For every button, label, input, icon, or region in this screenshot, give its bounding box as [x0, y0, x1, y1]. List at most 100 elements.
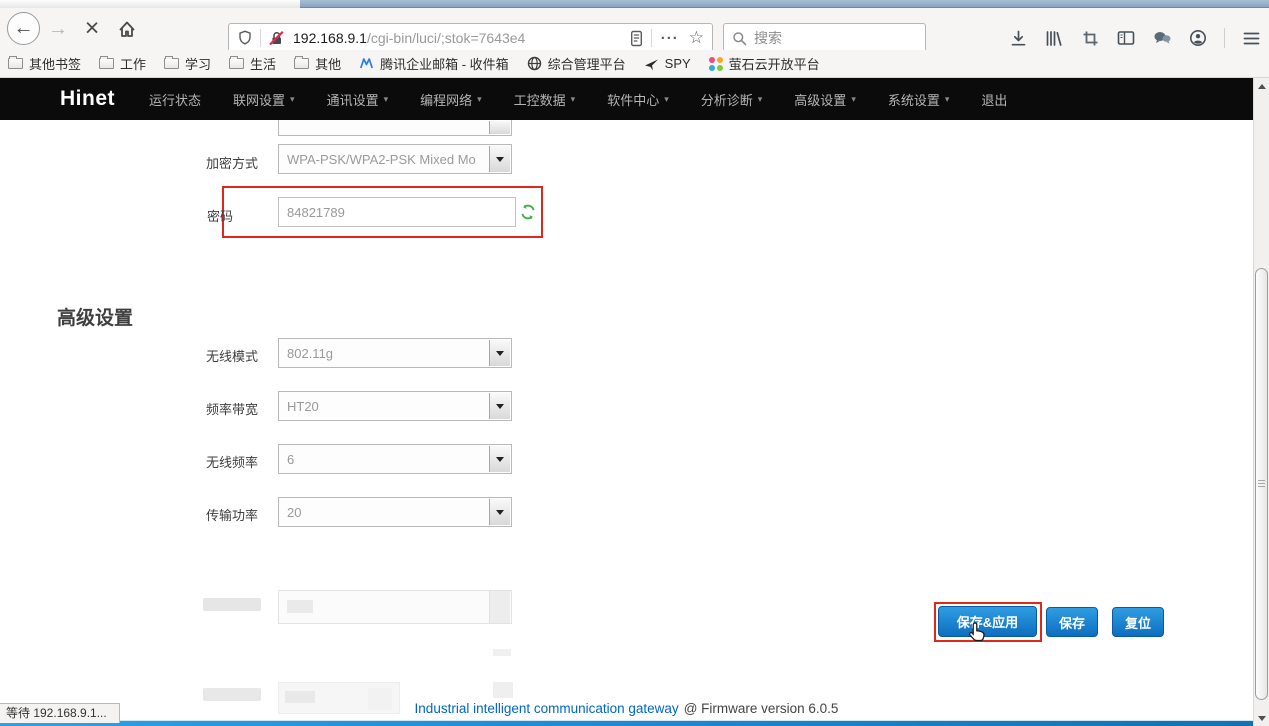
chevron-down-icon	[496, 351, 504, 356]
nav-item-industrial-data[interactable]: 工控数据▾	[498, 78, 592, 120]
bookmark-folder-other-bookmarks[interactable]: 其他书签	[8, 54, 81, 73]
download-icon[interactable]	[1008, 28, 1028, 48]
dropdown-button[interactable]	[489, 340, 510, 366]
site-nav-bar: Hinet 运行状态 联网设置▾ 通讯设置▾ 编程网络▾ 工控数据▾ 软件中心▾…	[0, 78, 1253, 120]
encryption-label: 加密方式	[80, 153, 258, 172]
folder-icon	[229, 58, 244, 69]
chevron-down-icon	[496, 457, 504, 462]
dropdown-button[interactable]	[489, 146, 510, 172]
nav-item-analysis-diagnosis[interactable]: 分析诊断▾	[685, 78, 779, 120]
chevron-down-icon: ▾	[477, 94, 482, 105]
nav-item-programming-network[interactable]: 编程网络▾	[404, 78, 498, 120]
search-icon	[732, 31, 747, 46]
grip-icon	[1258, 480, 1265, 488]
bookmark-folder-life[interactable]: 生活	[229, 54, 276, 73]
divider	[1224, 28, 1225, 48]
folder-icon	[164, 58, 179, 69]
chevron-down-icon: ▾	[571, 94, 576, 105]
account-icon[interactable]	[1188, 28, 1208, 48]
menu-icon[interactable]	[1241, 28, 1261, 48]
nav-item-advanced-settings[interactable]: 高级设置▾	[778, 78, 872, 120]
reader-mode-icon[interactable]	[629, 30, 644, 47]
wireless-mode-select[interactable]: 802.11g	[278, 338, 512, 368]
chevron-down-icon: ▾	[664, 94, 669, 105]
bookmark-folder-work[interactable]: 工作	[99, 54, 146, 73]
footer: Industrial intelligent communication gat…	[0, 701, 1253, 716]
bookmark-spy[interactable]: SPY	[644, 56, 691, 71]
forward-icon: →	[48, 18, 68, 41]
dropdown-button[interactable]	[489, 121, 510, 134]
stop-button[interactable]: ×	[79, 15, 105, 41]
insecure-lock-icon	[268, 30, 285, 47]
search-box[interactable]	[723, 23, 926, 53]
brand-logo[interactable]: Hinet	[60, 87, 115, 111]
nav-item-logout[interactable]: 退出	[965, 78, 1023, 120]
bookmark-folder-study[interactable]: 学习	[164, 54, 211, 73]
bookmark-folder-misc[interactable]: 其他	[294, 54, 341, 73]
cutoff-select	[278, 120, 512, 136]
forward-button[interactable]: →	[46, 17, 70, 41]
footer-link[interactable]: Industrial intelligent communication gat…	[415, 701, 679, 716]
url-host: 192.168.9.1	[293, 30, 367, 46]
url-text: 192.168.9.1/cgi-bin/luci/;stok=7643e4	[293, 30, 629, 46]
page-actions-icon[interactable]: ···	[661, 30, 679, 47]
divider	[651, 29, 652, 47]
screenshot-icon[interactable]	[1080, 28, 1100, 48]
bookmark-star-icon[interactable]: ☆	[689, 28, 704, 48]
bookmarks-bar: 其他书签 工作 学习 生活 其他 腾讯企业邮箱 - 收件箱 综合管理平台 SPY…	[0, 50, 1269, 78]
bookmark-tencent-mail[interactable]: 腾讯企业邮箱 - 收件箱	[359, 54, 509, 73]
dropdown-button[interactable]	[489, 446, 510, 472]
scrollbar-thumb[interactable]	[1255, 268, 1268, 700]
status-bar: 等待 192.168.9.1...	[0, 703, 120, 723]
scroll-down-button[interactable]	[1254, 710, 1269, 726]
channel-select[interactable]: 6	[278, 444, 512, 474]
chevron-up-icon	[1258, 84, 1266, 89]
home-icon	[117, 19, 137, 39]
channel-label: 无线频率	[80, 452, 258, 471]
wireless-mode-label: 无线模式	[80, 346, 258, 365]
password-label: 密码	[80, 206, 233, 225]
cursor-hand-icon	[967, 621, 989, 645]
chevron-down-icon: ▾	[384, 94, 389, 105]
save-button[interactable]: 保存	[1046, 607, 1098, 637]
folder-icon	[8, 58, 23, 69]
nav-item-software-center[interactable]: 软件中心▾	[591, 78, 685, 120]
search-input[interactable]	[754, 30, 894, 46]
bookmark-management-platform[interactable]: 综合管理平台	[527, 54, 626, 73]
nav-item-network-settings[interactable]: 联网设置▾	[217, 78, 311, 120]
back-button[interactable]: ←	[7, 12, 40, 45]
advanced-settings-heading: 高级设置	[57, 303, 133, 330]
bookmark-ezviz[interactable]: 萤石云开放平台	[709, 54, 820, 73]
messages-icon[interactable]	[1152, 28, 1172, 48]
globe-icon	[527, 56, 542, 71]
password-input[interactable]	[278, 197, 516, 227]
url-bar[interactable]: 192.168.9.1/cgi-bin/luci/;stok=7643e4 ··…	[228, 23, 713, 53]
scroll-up-button[interactable]	[1254, 78, 1269, 94]
ezviz-icon	[709, 57, 723, 71]
refresh-icon[interactable]	[520, 204, 536, 220]
back-icon: ←	[14, 17, 34, 40]
dropdown-button[interactable]	[489, 499, 510, 525]
nav-item-running-status[interactable]: 运行状态	[133, 78, 217, 120]
dropdown-button[interactable]	[489, 393, 510, 419]
chevron-down-icon: ▾	[945, 94, 950, 105]
tx-power-select[interactable]: 20	[278, 497, 512, 527]
folder-icon	[294, 58, 309, 69]
scrollbar[interactable]	[1253, 78, 1269, 726]
folder-icon	[99, 58, 114, 69]
bottom-edge-strip	[0, 720, 1269, 726]
bandwidth-select[interactable]: HT20	[278, 391, 512, 421]
encryption-select[interactable]: WPA-PSK/WPA2-PSK Mixed Mo	[278, 144, 512, 174]
library-icon[interactable]	[1044, 28, 1064, 48]
chevron-down-icon	[1258, 716, 1266, 721]
nav-item-communication-settings[interactable]: 通讯设置▾	[311, 78, 405, 120]
home-button[interactable]	[115, 17, 139, 41]
reset-button[interactable]: 复位	[1112, 607, 1164, 637]
nav-item-system-settings[interactable]: 系统设置▾	[872, 78, 966, 120]
url-path: /cgi-bin/luci/;stok=7643e4	[367, 30, 525, 46]
sidebar-icon[interactable]	[1116, 28, 1136, 48]
browser-window: ← → × 192.168.9.1/cgi-bin/luci/;stok=764…	[0, 0, 1269, 726]
plane-icon	[644, 57, 659, 71]
tx-power-label: 传输功率	[80, 505, 258, 524]
chevron-down-icon: ▾	[290, 94, 295, 105]
